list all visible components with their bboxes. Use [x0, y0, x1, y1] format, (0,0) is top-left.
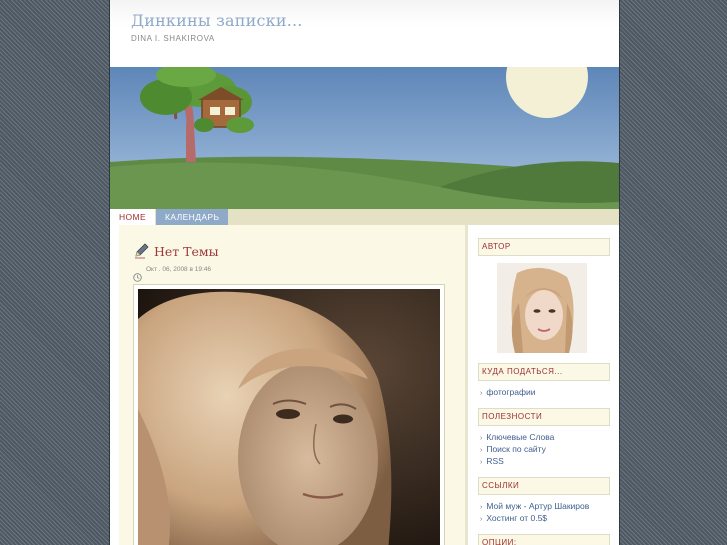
bullet-icon: ›	[480, 390, 483, 397]
sidebar-link-label: Поиск по сайту	[486, 444, 546, 454]
sidebar-link-search[interactable]: › Поиск по сайту	[480, 444, 546, 454]
bullet-icon: ›	[480, 435, 483, 442]
sidebar-heading-author: АВТОР	[478, 238, 610, 256]
post-date: Окт . 06, 2008 в 19:46	[146, 266, 211, 273]
bullet-icon: ›	[480, 504, 483, 511]
post-photo-frame	[133, 284, 445, 545]
sidebar-link-husband[interactable]: › Мой муж - Артур Шакиров	[480, 501, 589, 511]
header-banner-image	[110, 36, 619, 209]
sidebar-heading-options: ОПЦИИ:	[478, 534, 610, 545]
sidebar-link-label: Хостинг от 0.5$	[486, 513, 548, 523]
sidebar-heading-useful: ПОЛЕЗНОСТИ	[478, 408, 610, 426]
navigation-bar: HOME КАЛЕНДАРЬ	[110, 209, 619, 225]
sidebar-link-label: фотографии	[486, 387, 536, 397]
main-content: Нет Темы Окт . 06, 2008 в 19:46	[119, 225, 468, 545]
post-title[interactable]: Нет Темы	[154, 244, 219, 259]
sidebar-link-label: RSS	[486, 456, 504, 466]
author-avatar[interactable]	[497, 263, 587, 353]
bullet-icon: ›	[480, 447, 483, 454]
sidebar-link-label: Мой муж - Артур Шакиров	[486, 501, 590, 511]
sidebar-link-rss[interactable]: › RSS	[480, 456, 504, 466]
sidebar-heading-links: ССЫЛКИ	[478, 477, 610, 495]
bullet-icon: ›	[480, 516, 483, 523]
page: Динкины записки... DINA I. SHAKIROVA HOM…	[109, 0, 620, 545]
sidebar-link-hosting[interactable]: › Хостинг от 0.5$	[480, 513, 547, 523]
nav-item-home[interactable]: HOME	[110, 209, 156, 225]
nav-item-calendar[interactable]: КАЛЕНДАРЬ	[156, 209, 229, 225]
pencil-icon	[133, 243, 149, 259]
blog-subtitle: DINA I. SHAKIROVA	[131, 34, 215, 43]
clock-icon	[133, 267, 142, 282]
sidebar-link-photos[interactable]: › фотографии	[480, 387, 535, 397]
sidebar-link-keywords[interactable]: › Ключевые Слова	[480, 432, 554, 442]
sidebar-heading-where-to-go: КУДА ПОДАТЬСЯ...	[478, 363, 610, 381]
sidebar-link-label: Ключевые Слова	[486, 432, 555, 442]
sidebar: АВТОР КУДА ПОДАТЬСЯ... › фотографии ПОЛЕЗ…	[478, 225, 619, 545]
header: Динкины записки... DINA I. SHAKIROVA	[110, 0, 619, 68]
post-photo[interactable]	[138, 289, 440, 545]
bullet-icon: ›	[480, 459, 483, 466]
blog-title[interactable]: Динкины записки...	[131, 11, 303, 30]
